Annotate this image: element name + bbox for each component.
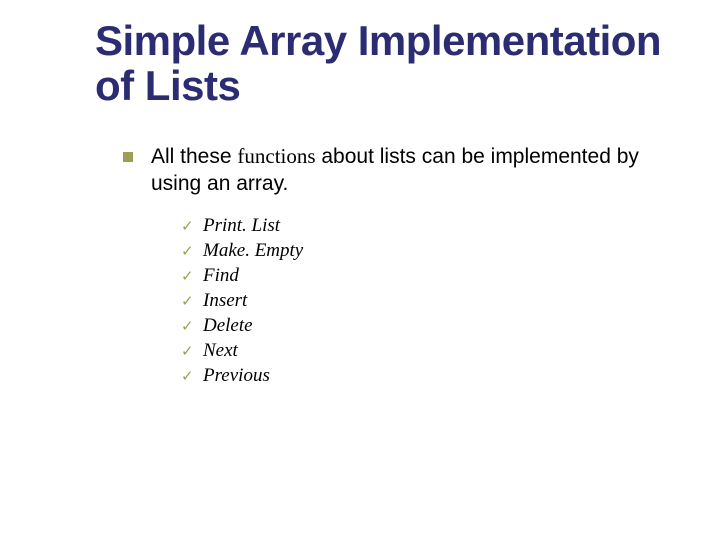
list-item: ✓ Print. List: [181, 215, 690, 237]
square-bullet-icon: [123, 152, 133, 162]
list-item: ✓ Insert: [181, 290, 690, 312]
list-item: ✓ Previous: [181, 365, 690, 387]
slide: Simple Array Implementation of Lists All…: [0, 0, 720, 540]
check-icon: ✓: [181, 242, 203, 260]
body-serif-word: functions: [237, 144, 315, 168]
function-list: ✓ Print. List ✓ Make. Empty ✓ Find ✓ Ins…: [181, 215, 690, 387]
body-pre: All these: [151, 145, 237, 168]
check-icon: ✓: [181, 217, 203, 235]
list-item: ✓ Next: [181, 340, 690, 362]
function-name: Previous: [203, 365, 270, 387]
list-item: ✓ Delete: [181, 315, 690, 337]
check-icon: ✓: [181, 267, 203, 285]
check-icon: ✓: [181, 317, 203, 335]
list-item: ✓ Make. Empty: [181, 240, 690, 262]
function-name: Find: [203, 265, 239, 287]
check-icon: ✓: [181, 367, 203, 385]
function-name: Delete: [203, 315, 253, 337]
function-name: Next: [203, 340, 238, 362]
check-icon: ✓: [181, 342, 203, 360]
function-name: Insert: [203, 290, 247, 312]
body-text: All these functions about lists can be i…: [151, 143, 690, 198]
function-name: Make. Empty: [203, 240, 303, 262]
body-row: All these functions about lists can be i…: [123, 143, 690, 198]
list-item: ✓ Find: [181, 265, 690, 287]
slide-title: Simple Array Implementation of Lists: [95, 18, 690, 109]
function-name: Print. List: [203, 215, 280, 237]
check-icon: ✓: [181, 292, 203, 310]
